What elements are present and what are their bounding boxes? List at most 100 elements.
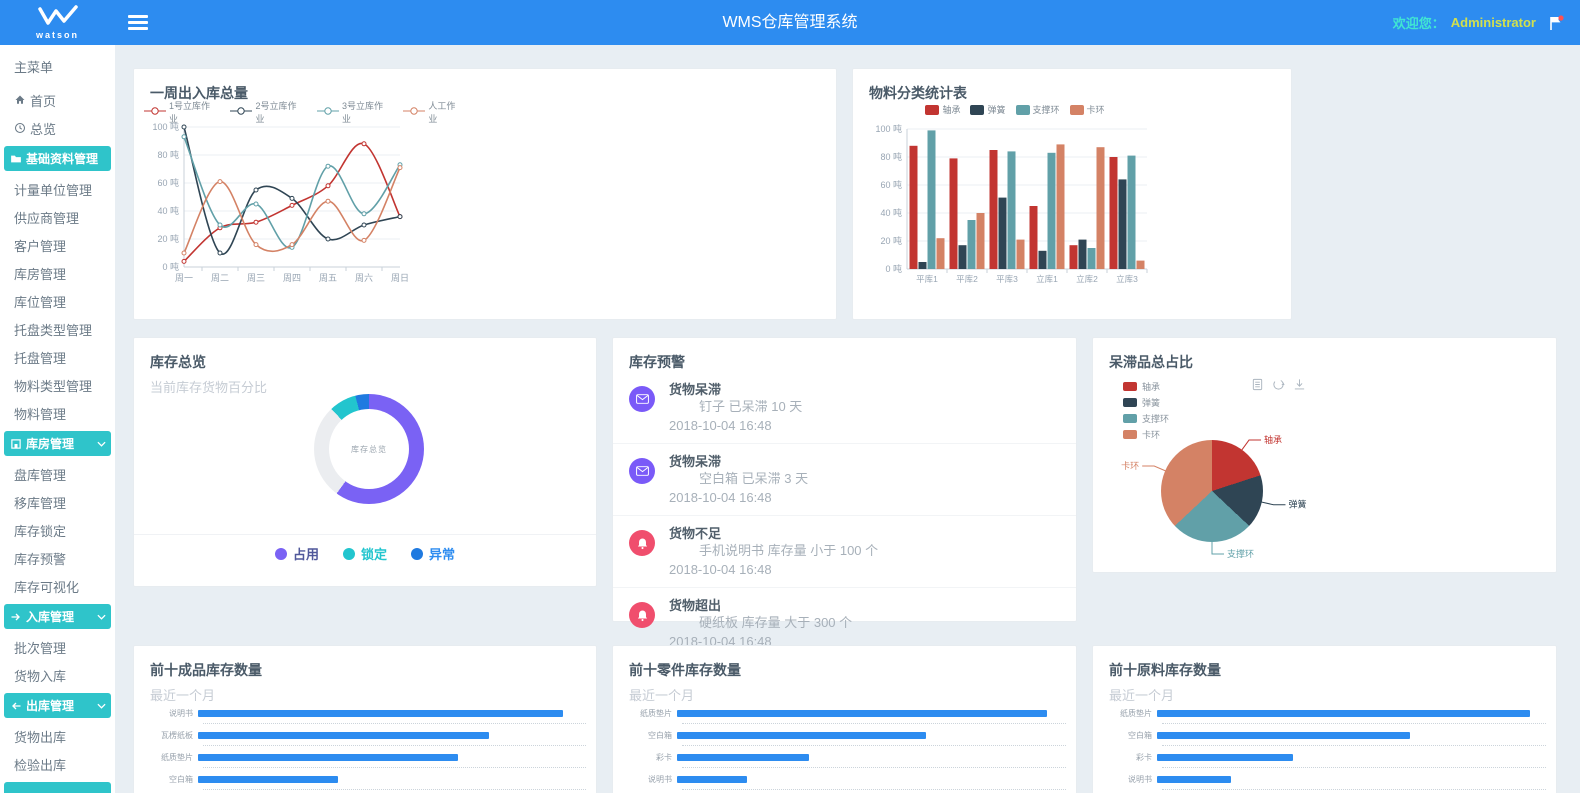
bar[interactable] (1128, 156, 1136, 269)
alert-item[interactable]: 货物呆滞空白箱 已呆滞 3 天2018-10-04 16:48 (613, 444, 1076, 516)
sidebar-item-19[interactable]: 入库管理 (4, 604, 111, 629)
bar[interactable] (1088, 248, 1096, 269)
legend-label: 轴承 (1142, 380, 1160, 393)
sidebar-item-24[interactable]: 检验出库 (0, 750, 115, 778)
bar[interactable] (959, 245, 967, 269)
bar[interactable] (910, 146, 918, 269)
sidebar-item-label: 盘库管理 (14, 465, 66, 484)
sidebar-item-22[interactable]: 出库管理 (4, 693, 111, 718)
alert-item[interactable]: 货物不足手机说明书 库存量 小于 100 个2018-10-04 16:48 (613, 516, 1076, 588)
legend-item[interactable]: 轴承 (925, 103, 960, 116)
card-title: 前十成品库存数量 (150, 660, 580, 680)
legend-item[interactable]: 锁定 (343, 544, 387, 563)
bar[interactable] (1157, 754, 1293, 761)
download-icon[interactable] (1293, 378, 1306, 391)
sidebar-item-18[interactable]: 库存可视化 (0, 572, 115, 600)
data-point-marker (182, 259, 186, 263)
bar[interactable] (1030, 206, 1038, 269)
bar[interactable] (198, 754, 458, 761)
bar[interactable] (198, 776, 338, 783)
legend-item[interactable]: 卡环 (1070, 103, 1105, 116)
sidebar-item-11[interactable]: 物料类型管理 (0, 371, 115, 399)
stagnant-pie-chart[interactable] (1161, 440, 1263, 542)
alert-desc: 钉子 已呆滞 10 天 (699, 398, 1060, 415)
bar-category-label: 空白箱 (1101, 730, 1157, 741)
bar[interactable] (677, 776, 747, 783)
bar-track (677, 732, 1066, 739)
legend-item[interactable]: 占用 (275, 544, 319, 563)
legend-item[interactable]: 异常 (411, 544, 455, 563)
bar[interactable] (1157, 732, 1410, 739)
sidebar-item-label: 移库管理 (14, 493, 66, 512)
bar[interactable] (1110, 157, 1118, 269)
bar[interactable] (1119, 179, 1127, 269)
sidebar-item-5[interactable]: 供应商管理 (0, 203, 115, 231)
sidebar-item-label: 库房管理 (26, 435, 74, 452)
bar[interactable] (677, 754, 809, 761)
bar[interactable] (950, 158, 958, 269)
bar[interactable] (198, 732, 489, 739)
sidebar-item-21[interactable]: 货物入库 (0, 661, 115, 689)
bar[interactable] (198, 710, 563, 717)
legend-item[interactable]: 支撑环 (1016, 103, 1060, 116)
bar[interactable] (937, 238, 945, 269)
legend-item[interactable]: 卡环 (1123, 426, 1169, 442)
sidebar-item-25[interactable] (4, 782, 111, 793)
sidebar-item-23[interactable]: 货物出库 (0, 722, 115, 750)
sidebar-item-1[interactable]: 首页 (0, 86, 115, 114)
bar[interactable] (977, 213, 985, 269)
sidebar-item-8[interactable]: 库位管理 (0, 287, 115, 315)
bar[interactable] (1097, 147, 1105, 269)
bar[interactable] (1017, 240, 1025, 269)
sidebar-item-2[interactable]: 总览 (0, 114, 115, 142)
legend-item[interactable]: 弹簧 (970, 103, 1005, 116)
bar[interactable] (1070, 245, 1078, 269)
sidebar-item-9[interactable]: 托盘类型管理 (0, 315, 115, 343)
sidebar-item-13[interactable]: 库房管理 (4, 431, 111, 456)
line-series-4[interactable] (184, 168, 400, 253)
inventory-donut-chart[interactable]: 库存总览 (314, 394, 424, 504)
refresh-icon[interactable] (1272, 378, 1285, 391)
card-title: 库存预警 (629, 352, 1060, 372)
alert-item[interactable]: 货物呆滞钉子 已呆滞 10 天2018-10-04 16:48 (613, 372, 1076, 444)
bar[interactable] (1048, 153, 1056, 269)
sidebar-item-3[interactable]: 基础资料管理 (4, 146, 111, 171)
bar[interactable] (677, 710, 1047, 717)
data-point-marker (218, 180, 222, 184)
bar[interactable] (999, 198, 1007, 269)
data-view-icon[interactable] (1251, 378, 1264, 391)
bar[interactable] (928, 130, 936, 269)
bar[interactable] (919, 262, 927, 269)
bar[interactable] (1057, 144, 1065, 269)
bar[interactable] (1079, 240, 1087, 269)
bar[interactable] (990, 150, 998, 269)
sidebar-item-14[interactable]: 盘库管理 (0, 460, 115, 488)
bar-row: 说明书 (621, 768, 1066, 790)
bar[interactable] (677, 732, 926, 739)
bar[interactable] (1137, 261, 1145, 269)
legend-item[interactable]: 弹簧 (1123, 394, 1169, 410)
sidebar-item-6[interactable]: 客户管理 (0, 231, 115, 259)
bar[interactable] (1157, 710, 1530, 717)
sidebar-item-15[interactable]: 移库管理 (0, 488, 115, 516)
sidebar-item-17[interactable]: 库存预警 (0, 544, 115, 572)
top-header: watson WMS仓库管理系统 欢迎您： Administrator (0, 0, 1580, 45)
sidebar-item-4[interactable]: 计量单位管理 (0, 175, 115, 203)
sidebar-item-7[interactable]: 库房管理 (0, 259, 115, 287)
line-series-3[interactable] (184, 137, 400, 248)
card-top-raw-stock: 前十原料库存数量 最近一个月 纸质垫片空白箱彩卡说明书 (1092, 645, 1557, 793)
legend-item[interactable]: 轴承 (1123, 378, 1169, 394)
notification-flag-icon[interactable] (1548, 15, 1564, 31)
sidebar-item-16[interactable]: 库存锁定 (0, 516, 115, 544)
sidebar-item-12[interactable]: 物料管理 (0, 399, 115, 427)
bar[interactable] (1157, 776, 1231, 783)
bar[interactable] (968, 220, 976, 269)
username[interactable]: Administrator (1451, 15, 1536, 30)
bar[interactable] (1008, 151, 1016, 269)
sidebar-item-20[interactable]: 批次管理 (0, 633, 115, 661)
legend-item[interactable]: 支撑环 (1123, 410, 1169, 426)
sidebar-item-label: 基础资料管理 (26, 150, 98, 167)
sidebar-item-10[interactable]: 托盘管理 (0, 343, 115, 371)
card-inventory-overview: 库存总览 当前库存货物百分比 库存总览 占用锁定异常 (133, 337, 597, 587)
bar[interactable] (1039, 251, 1047, 269)
